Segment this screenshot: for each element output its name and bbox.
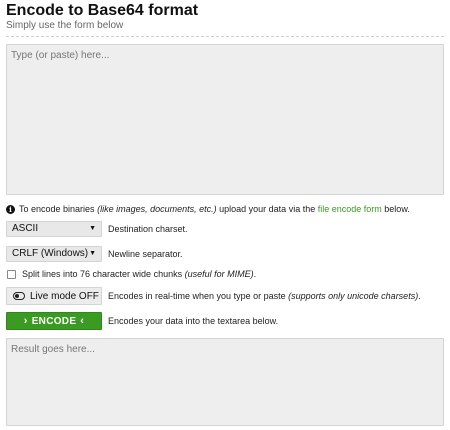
- page-subtitle: Simply use the form below: [6, 20, 124, 31]
- toggle-off-icon: [13, 292, 25, 300]
- split-lines-note: (useful for MIME): [184, 269, 254, 279]
- split-lines-checkbox[interactable]: [7, 269, 16, 279]
- newline-selected-value: CRLF (Windows): [12, 248, 89, 259]
- encode-description: Encodes your data into the textarea belo…: [108, 316, 279, 326]
- info-text-before: To encode binaries: [19, 204, 95, 214]
- charset-select[interactable]: ASCII ▼: [6, 221, 102, 237]
- info-icon: i: [6, 204, 15, 214]
- charset-description: Destination charset.: [108, 224, 188, 234]
- charset-row: ASCII ▼ Destination charset.: [6, 221, 188, 237]
- live-mode-toggle-button[interactable]: Live mode OFF: [6, 287, 102, 305]
- info-text-italic: (like images, documents, etc.): [97, 204, 217, 214]
- encoder-page: Encode to Base64 format Simply use the f…: [0, 0, 450, 430]
- live-mode-row: Live mode OFF Encodes in real-time when …: [6, 287, 421, 305]
- info-text-after: below.: [384, 204, 410, 214]
- live-mode-label: Live mode OFF: [30, 290, 99, 302]
- live-mode-suffix: .: [418, 291, 421, 301]
- info-note: i To encode binaries (like images, docum…: [6, 203, 410, 215]
- encode-row: › ENCODE ‹ Encodes your data into the te…: [6, 312, 278, 330]
- live-mode-note: (supports only unicode charsets): [288, 291, 419, 301]
- page-title: Encode to Base64 format: [6, 2, 199, 19]
- dropdown-arrow-icon: ▼: [89, 250, 96, 257]
- encode-button-label: ENCODE: [31, 315, 77, 327]
- chevron-right-icon: ›: [23, 315, 28, 327]
- split-lines-suffix: .: [253, 269, 257, 279]
- result-textarea[interactable]: [6, 338, 444, 426]
- chevron-left-icon: ‹: [80, 315, 85, 327]
- info-text-middle: upload your data via the: [219, 204, 316, 214]
- live-mode-description: Encodes in real-time when you type or pa…: [108, 291, 286, 301]
- dropdown-arrow-icon: ▼: [89, 225, 96, 232]
- divider: [6, 36, 444, 37]
- source-textarea[interactable]: [6, 44, 444, 195]
- split-row: Split lines into 76 character wide chunk…: [6, 266, 256, 282]
- newline-description: Newline separator.: [108, 249, 183, 259]
- file-encode-form-link[interactable]: file encode form: [318, 203, 382, 215]
- encode-button[interactable]: › ENCODE ‹: [6, 312, 102, 330]
- split-lines-label[interactable]: Split lines into 76 character wide chunk…: [22, 269, 182, 279]
- newline-row: CRLF (Windows) ▼ Newline separator.: [6, 246, 183, 262]
- newline-select[interactable]: CRLF (Windows) ▼: [6, 246, 102, 262]
- charset-selected-value: ASCII: [12, 223, 39, 234]
